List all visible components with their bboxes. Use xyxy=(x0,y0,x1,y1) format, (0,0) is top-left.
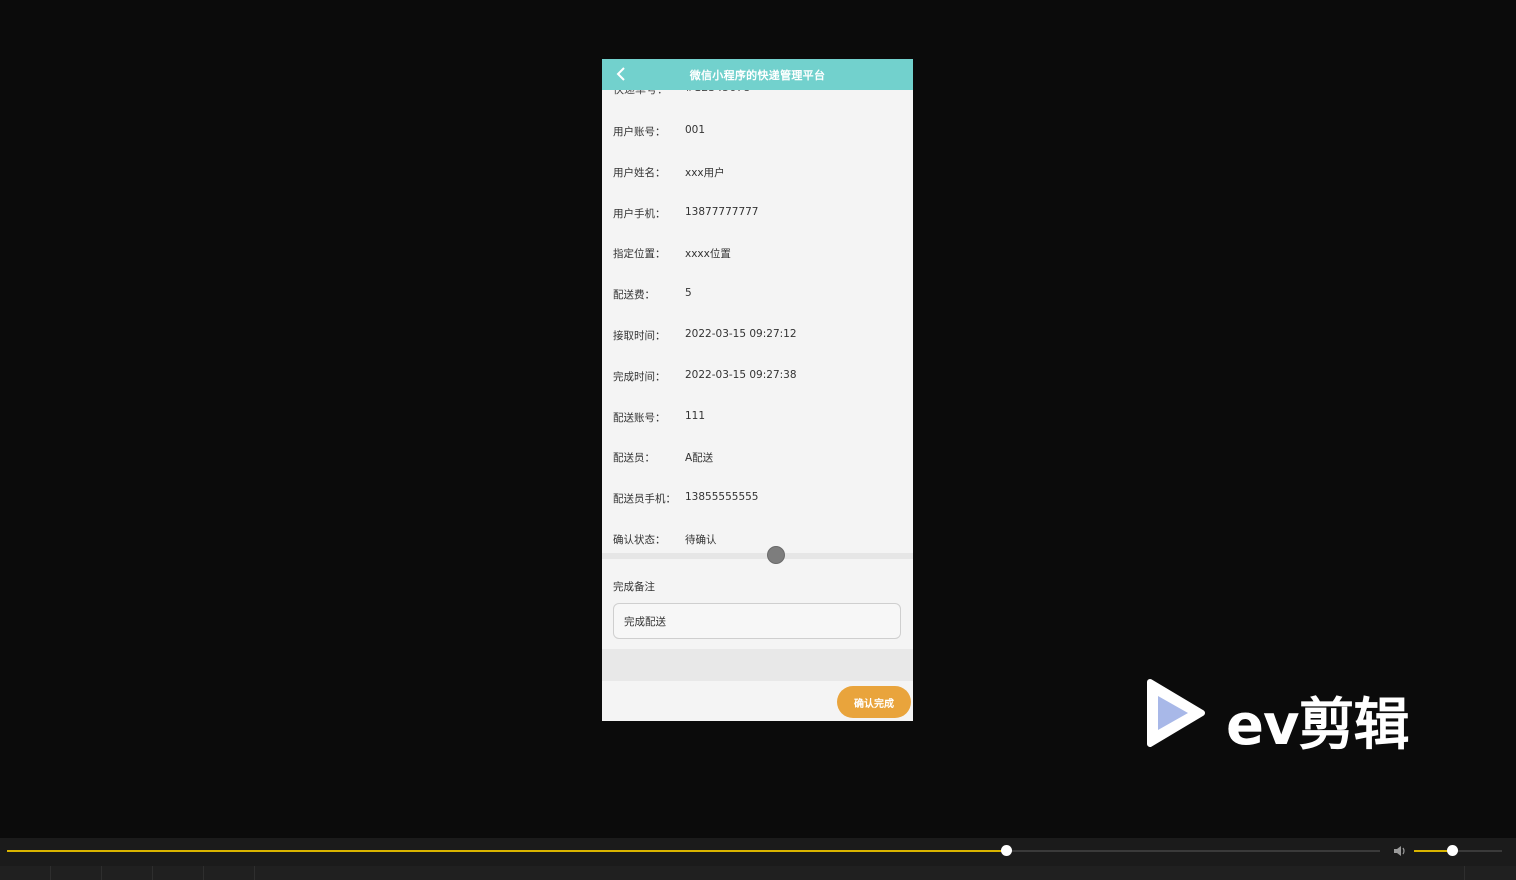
remark-input[interactable] xyxy=(613,603,901,639)
info-value: 13877777777 xyxy=(685,205,759,218)
nav-bar: 微信小程序的快递管理平台 xyxy=(602,59,913,90)
info-value: 待确认 xyxy=(685,534,717,546)
strip-cell xyxy=(153,866,204,880)
info-row: 配送费： 5 xyxy=(602,284,913,304)
spacer-band xyxy=(602,649,913,681)
watermark: ev剪辑 xyxy=(1144,678,1444,758)
info-label: 用户姓名： xyxy=(613,166,666,179)
info-row: 配送账号： 111 xyxy=(602,407,913,427)
back-button[interactable] xyxy=(612,65,630,83)
player-bottom-strip xyxy=(0,866,1516,880)
remark-label: 完成备注 xyxy=(613,581,655,593)
scroll-indicator[interactable] xyxy=(767,546,785,564)
volume-handle[interactable] xyxy=(1447,845,1459,856)
info-value: A配送 xyxy=(685,452,714,465)
info-row: 确认状态： 待确认 xyxy=(602,529,913,549)
strip-cell xyxy=(51,866,102,880)
page-title: 微信小程序的快递管理平台 xyxy=(689,68,826,82)
info-value: xxxx位置 xyxy=(685,248,731,261)
watermark-text: ev剪辑 xyxy=(1226,693,1409,758)
progress-track[interactable] xyxy=(7,850,1380,852)
strip-cell xyxy=(204,866,255,880)
info-value: 5 xyxy=(685,287,692,300)
strip-cell xyxy=(102,866,153,880)
info-label: 确认状态： xyxy=(613,534,666,546)
info-row: 配送员手机： 13855555555 xyxy=(602,488,913,508)
info-label: 完成时间： xyxy=(613,370,666,383)
section-divider xyxy=(602,553,913,559)
info-row: 用户姓名： xxx用户 xyxy=(602,162,913,182)
info-value: 2022-03-15 09:27:38 xyxy=(685,368,797,381)
info-label: 配送员： xyxy=(613,452,655,465)
video-player-controls xyxy=(0,838,1516,880)
play-triangle-icon xyxy=(1147,679,1205,747)
speaker-icon[interactable] xyxy=(1392,843,1408,859)
info-label: 指定位置： xyxy=(613,248,666,261)
phone-screen: 微信小程序的快递管理平台 快递单号： #12345678 用户账号：001用户姓… xyxy=(602,59,913,721)
info-row: 配送员： A配送 xyxy=(602,447,913,467)
strip-cell xyxy=(1464,866,1516,880)
info-label: 配送员手机： xyxy=(613,493,676,506)
info-label: 用户手机： xyxy=(613,207,666,220)
info-label: 配送费： xyxy=(613,289,655,302)
info-row: 接取时间： 2022-03-15 09:27:12 xyxy=(602,325,913,345)
info-label: 配送账号： xyxy=(613,411,666,424)
strip-cell xyxy=(0,866,51,880)
info-row: 指定位置： xxxx位置 xyxy=(602,243,913,263)
info-row: 用户账号： 001 xyxy=(602,121,913,141)
info-value: xxx用户 xyxy=(685,166,725,179)
info-label: 接取时间： xyxy=(613,330,666,342)
info-value: 001 xyxy=(685,124,706,136)
info-value: 111 xyxy=(685,409,706,422)
progress-handle[interactable] xyxy=(1001,845,1013,856)
info-value: 13855555555 xyxy=(685,491,759,504)
info-row: 用户手机： 13877777777 xyxy=(602,203,913,223)
chevron-left-icon xyxy=(616,67,625,81)
info-value: 2022-03-15 09:27:12 xyxy=(685,328,797,340)
info-row: 完成时间： 2022-03-15 09:27:38 xyxy=(602,366,913,386)
confirm-complete-button[interactable]: 确认完成 xyxy=(837,686,911,718)
info-label: 用户账号： xyxy=(613,126,666,138)
progress-fill xyxy=(7,850,1007,852)
